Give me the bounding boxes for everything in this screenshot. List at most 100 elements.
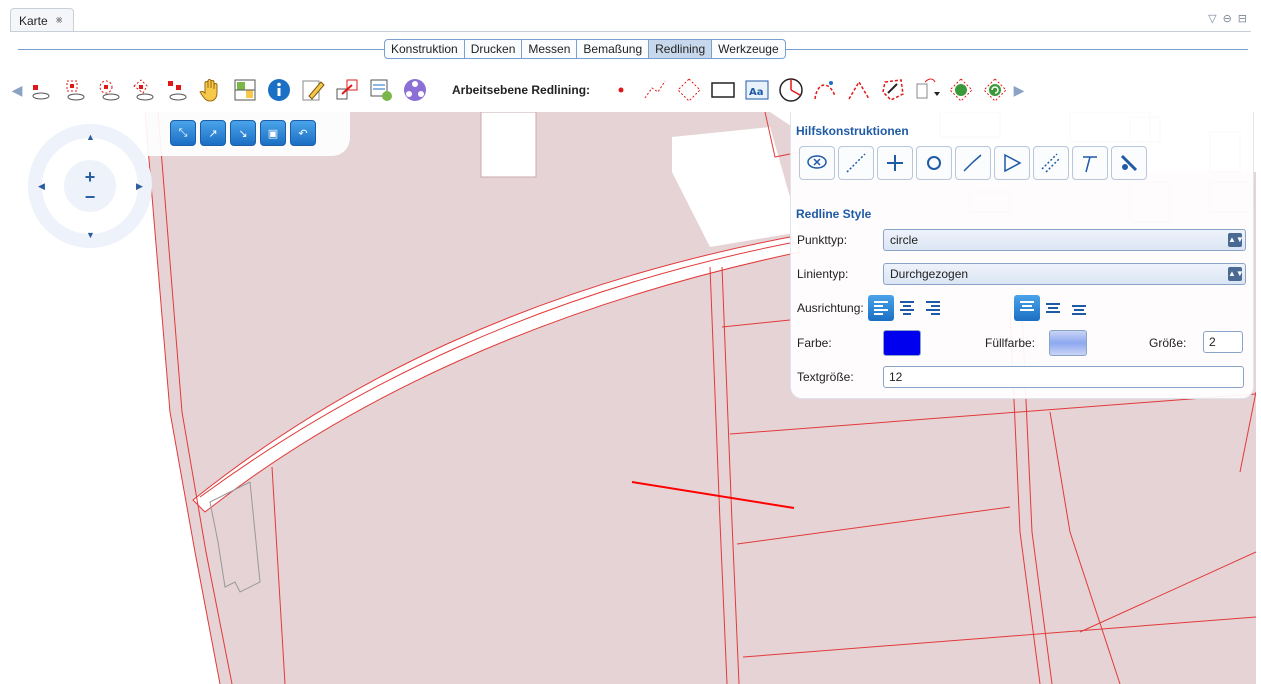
tab-konstruktion[interactable]: Konstruktion bbox=[384, 39, 465, 59]
align-right-icon[interactable] bbox=[920, 295, 946, 321]
info-icon[interactable] bbox=[262, 73, 296, 107]
ausrichtung-row: Ausrichtung: bbox=[797, 295, 1092, 321]
tab-messen[interactable]: Messen bbox=[522, 39, 578, 59]
rectangle-icon[interactable] bbox=[706, 73, 740, 107]
zoom-previous-icon[interactable]: ↶ bbox=[290, 120, 316, 146]
tab-redlining[interactable]: Redlining bbox=[649, 39, 713, 59]
network-icon[interactable] bbox=[398, 73, 432, 107]
maximize-icon[interactable]: ⊟ bbox=[1238, 12, 1247, 25]
polygon-icon[interactable] bbox=[672, 73, 706, 107]
farbe-row: Farbe: bbox=[797, 336, 832, 350]
crosshair-point-icon[interactable] bbox=[877, 146, 913, 180]
perpendicular-icon[interactable] bbox=[1072, 146, 1108, 180]
view-divider bbox=[10, 31, 1251, 32]
window-controls: ▽ ⊖ ⊟ bbox=[1208, 12, 1247, 25]
parallel-lines-icon[interactable] bbox=[1033, 146, 1069, 180]
punkttyp-value: circle bbox=[890, 233, 919, 247]
farbe-swatch[interactable] bbox=[883, 330, 921, 356]
align-center-icon[interactable] bbox=[894, 295, 920, 321]
tab-bemassung[interactable]: Bemaßung bbox=[577, 39, 650, 59]
curve-icon[interactable] bbox=[808, 73, 842, 107]
rotate-icon[interactable] bbox=[944, 73, 978, 107]
punkttyp-select[interactable]: circle ▲▼ bbox=[883, 229, 1246, 251]
map-navigation: ▲ ▼ ◀ ▶ + − ⤡ ↗ ↘ ▣ ↶ bbox=[10, 112, 350, 272]
copy-menu-icon[interactable] bbox=[910, 73, 944, 107]
view-tab-label: Karte bbox=[19, 13, 48, 28]
textgroesse-row: Textgröße: bbox=[797, 370, 854, 384]
chevron-down-icon: ▲▼ bbox=[1228, 267, 1244, 281]
zoom-out-icon[interactable]: − bbox=[82, 188, 98, 206]
linientyp-select[interactable]: Durchgezogen ▲▼ bbox=[883, 263, 1246, 285]
hand-pan-icon[interactable] bbox=[194, 73, 228, 107]
svg-text:Aa: Aa bbox=[749, 87, 764, 98]
pan-down-icon[interactable]: ▼ bbox=[86, 230, 95, 240]
view-tab-karte[interactable]: Karte ⨳ bbox=[10, 8, 74, 32]
transfer-icon[interactable] bbox=[330, 73, 364, 107]
circle-construction-icon[interactable] bbox=[916, 146, 952, 180]
freehand-icon[interactable] bbox=[876, 73, 910, 107]
line-construction-icon[interactable] bbox=[838, 146, 874, 180]
tab-drucken[interactable]: Drucken bbox=[464, 39, 523, 59]
pan-left-icon[interactable]: ◀ bbox=[38, 181, 45, 192]
textgroesse-input[interactable]: 12 bbox=[883, 366, 1244, 388]
ribbon-tabs: Konstruktion Drucken Messen Bemaßung Red… bbox=[384, 39, 786, 59]
ribbon-tabs-row: Konstruktion Drucken Messen Bemaßung Red… bbox=[10, 34, 1256, 64]
punkttyp-row: Punkttyp: bbox=[797, 233, 847, 247]
linientyp-row: Linientyp: bbox=[797, 267, 848, 281]
polyline-icon[interactable] bbox=[638, 73, 672, 107]
punkttyp-label: Punkttyp: bbox=[797, 233, 848, 247]
valign-top-icon[interactable] bbox=[1013, 295, 1040, 321]
groesse-input[interactable]: 2 bbox=[1203, 331, 1243, 353]
fuellfarbe-label: Füllfarbe: bbox=[985, 336, 1036, 350]
text-icon[interactable]: Aa bbox=[740, 73, 774, 107]
view-menu-icon[interactable]: ▽ bbox=[1208, 12, 1216, 25]
zoom-extent-icon[interactable]: ⤡ bbox=[170, 120, 196, 146]
zoom-in-box-icon[interactable]: ↗ bbox=[200, 120, 226, 146]
nav-button-group: ⤡ ↗ ↘ ▣ ↶ bbox=[170, 120, 316, 146]
triangle-icon[interactable] bbox=[994, 146, 1030, 180]
arc-icon[interactable] bbox=[842, 73, 876, 107]
textgroesse-label: Textgröße: bbox=[797, 370, 854, 384]
align-left-icon[interactable] bbox=[867, 295, 894, 321]
pan-up-icon[interactable]: ▲ bbox=[86, 132, 95, 142]
linientyp-label: Linientyp: bbox=[797, 267, 849, 281]
zoom-in-icon[interactable]: + bbox=[82, 168, 98, 186]
valign-bottom-icon[interactable] bbox=[1066, 295, 1092, 321]
hilfskonstruktionen-title: Hilfskonstruktionen bbox=[796, 124, 909, 138]
edit-icon[interactable] bbox=[296, 73, 330, 107]
redo-icon[interactable] bbox=[978, 73, 1012, 107]
zoom-selection-icon[interactable]: ▣ bbox=[260, 120, 286, 146]
redline-panel: Hilfskonstruktionen Redline Style Punktt… bbox=[790, 112, 1254, 399]
snap-icon[interactable] bbox=[799, 146, 835, 180]
farbe-label: Farbe: bbox=[797, 336, 832, 350]
view-bar: Karte ⨳ ▽ ⊖ ⊟ bbox=[0, 0, 1261, 34]
point-icon[interactable] bbox=[604, 73, 638, 107]
zoom-out-box-icon[interactable]: ↘ bbox=[230, 120, 256, 146]
valign-middle-icon[interactable] bbox=[1040, 295, 1066, 321]
tab-werkzeuge[interactable]: Werkzeuge bbox=[712, 39, 786, 59]
select-area-icon[interactable] bbox=[58, 73, 92, 107]
hilfskonstruktionen-tools bbox=[799, 146, 1147, 180]
fuellfarbe-swatch[interactable] bbox=[1049, 330, 1087, 356]
minimize-icon[interactable]: ⊖ bbox=[1223, 12, 1232, 25]
layer-list-icon[interactable] bbox=[364, 73, 398, 107]
angle-line-icon[interactable] bbox=[955, 146, 991, 180]
ausrichtung-label: Ausrichtung: bbox=[797, 301, 864, 315]
toolbar-layer-label: Arbeitsebene Redlining: bbox=[452, 83, 591, 97]
linientyp-value: Durchgezogen bbox=[890, 267, 969, 281]
redline-style-title: Redline Style bbox=[796, 207, 872, 221]
select-point-icon[interactable] bbox=[24, 73, 58, 107]
select-circle-icon[interactable] bbox=[92, 73, 126, 107]
chevron-down-icon: ▲▼ bbox=[1228, 233, 1244, 247]
close-icon[interactable]: ⨳ bbox=[56, 14, 63, 27]
pan-right-icon[interactable]: ▶ bbox=[136, 181, 143, 192]
select-polygon-icon[interactable] bbox=[126, 73, 160, 107]
select-rect-icon[interactable] bbox=[160, 73, 194, 107]
circle-segment-icon[interactable] bbox=[774, 73, 808, 107]
redlining-toolbar: ◀ Arbeitsebene Redlining: Aa ▶ bbox=[10, 68, 1256, 112]
groesse-label: Größe: bbox=[1149, 336, 1187, 350]
feature-table-icon[interactable] bbox=[228, 73, 262, 107]
clear-construction-icon[interactable] bbox=[1111, 146, 1147, 180]
scroll-right-icon[interactable]: ▶ bbox=[1012, 78, 1026, 102]
scroll-left-icon[interactable]: ◀ bbox=[10, 78, 24, 102]
